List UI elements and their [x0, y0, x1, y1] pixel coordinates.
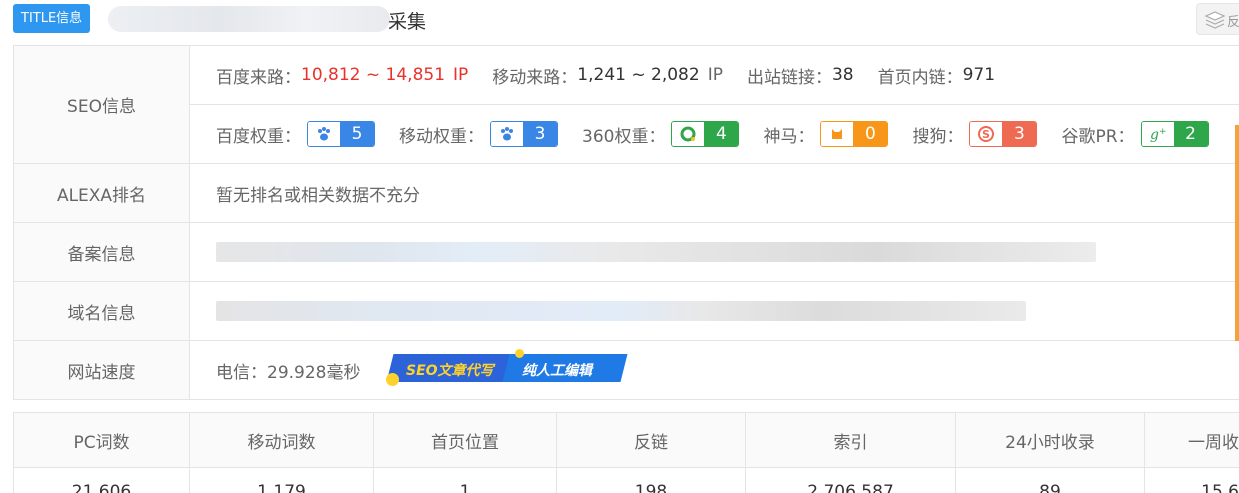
side-accent-bar: [1235, 125, 1239, 341]
seo-traffic-row: 百度来路： 10,812 ~ 14,851 IP 移动来路： 1,241 ~ 2…: [190, 46, 1239, 105]
stats-header-backlinks: 反链: [557, 413, 746, 467]
shenma-icon: [821, 122, 854, 146]
mobile-traffic-label: 移动来路：: [492, 67, 578, 88]
stats-value-index[interactable]: 2,706,587: [746, 468, 956, 493]
outbound-links-value[interactable]: 38: [832, 65, 854, 85]
baidu-weight-badge[interactable]: 5: [307, 121, 375, 147]
stats-header-week-indexed: 一周收: [1145, 413, 1239, 467]
speed-row: 电信：29.928毫秒: [190, 341, 1239, 400]
stats-header-homepage-position: 首页位置: [374, 413, 557, 467]
layers-icon: [1204, 11, 1226, 29]
baidu-weight-label: 百度权重：: [216, 126, 301, 147]
svg-text:g: g: [1150, 127, 1159, 143]
domain-row: [190, 282, 1239, 341]
shenma-weight-value: 0: [853, 122, 888, 146]
stats-value-pc-words[interactable]: 21,606: [14, 468, 190, 493]
speed-label: 网站速度: [14, 341, 190, 400]
sogou-icon: S: [970, 122, 1003, 146]
stats-header-pc-words: PC词数: [14, 413, 190, 467]
seo-weights-row: 百度权重： 5 移动权重： 3 360权重： 4 神马： 0 搜狗： S 3 谷…: [190, 105, 1239, 164]
stats-value-homepage-position[interactable]: 1: [374, 468, 557, 493]
stats-header-24h-indexed: 24小时收录: [956, 413, 1145, 467]
shenma-weight-label: 神马：: [763, 126, 815, 147]
domain-label: 域名信息: [14, 282, 190, 341]
360-icon: [672, 122, 705, 146]
sogou-weight-value: 3: [1002, 122, 1037, 146]
icp-row: [190, 223, 1239, 282]
domain-redacted: [216, 301, 1026, 321]
alexa-value: 暂无排名或相关数据不充分: [216, 185, 420, 206]
seo-label: SEO信息: [14, 46, 190, 164]
stats-header-index: 索引: [746, 413, 956, 467]
stats-header-mobile-words: 移动词数: [190, 413, 374, 467]
mobile-paw-icon: [491, 122, 523, 146]
title-badge: TITLE信息: [13, 4, 91, 33]
google-plus-icon: g +: [1141, 122, 1174, 146]
shenma-weight-badge[interactable]: 0: [820, 121, 889, 147]
seo-writing-ad-banner[interactable]: SEO文章代写 纯人工编辑: [384, 349, 628, 388]
mobile-weight-label: 移动权重：: [399, 126, 484, 147]
title-redacted: [108, 6, 390, 32]
sogou-weight-badge[interactable]: S 3: [969, 121, 1038, 147]
stats-value-week-indexed[interactable]: 15,6: [1145, 468, 1239, 493]
ad-left-text: SEO文章代写: [406, 363, 494, 379]
baidu-traffic-unit: IP: [453, 65, 469, 85]
stats-value-24h-indexed[interactable]: 89: [956, 468, 1145, 493]
icp-label: 备案信息: [14, 223, 190, 282]
sogou-weight-label: 搜狗：: [912, 126, 964, 147]
stats-value-mobile-words[interactable]: 1,179: [190, 468, 374, 493]
speed-value: 电信：29.928毫秒: [216, 363, 361, 383]
inbound-links-label: 首页内链：: [877, 67, 963, 88]
360-weight-badge[interactable]: 4: [671, 121, 740, 147]
baidu-weight-value: 5: [340, 122, 374, 146]
title-tool-label: 反: [1227, 15, 1239, 30]
360-weight-label: 360权重：: [582, 126, 666, 147]
baidu-traffic-value[interactable]: 10,812 ~ 14,851: [301, 65, 445, 85]
page-title: 采集: [388, 11, 427, 33]
baidu-traffic-label: 百度来路：: [216, 67, 301, 88]
stats-value-row: 21,606 1,179 1 198 2,706,587 89 15,6: [14, 468, 1239, 493]
icp-redacted: [216, 242, 1096, 262]
360-weight-value: 4: [704, 122, 739, 146]
stats-value-backlinks[interactable]: 198: [557, 468, 746, 493]
outbound-links-label: 出站链接：: [746, 67, 832, 88]
svg-text:+: +: [1159, 127, 1167, 137]
svg-text:S: S: [982, 128, 990, 141]
google-pr-badge[interactable]: g + 2: [1140, 121, 1209, 147]
stats-table: PC词数 移动词数 首页位置 反链 索引 24小时收录 一周收 21,606 1…: [13, 412, 1239, 493]
alexa-label: ALEXA排名: [14, 164, 190, 223]
mobile-traffic-unit: IP: [707, 65, 723, 85]
inbound-links-value[interactable]: 971: [963, 65, 995, 85]
mobile-traffic-value[interactable]: 1,241 ~ 2,082: [577, 65, 699, 85]
stats-header-row: PC词数 移动词数 首页位置 反链 索引 24小时收录 一周收: [14, 413, 1239, 468]
baidu-paw-icon: [308, 122, 340, 146]
alexa-row: 暂无排名或相关数据不充分: [190, 164, 1239, 223]
title-row: TITLE信息 采集 反: [0, 0, 1239, 38]
site-info-table: SEO信息 百度来路： 10,812 ~ 14,851 IP 移动来路： 1,2…: [13, 45, 1239, 400]
title-tool-button[interactable]: 反: [1196, 3, 1239, 35]
ad-right-text: 纯人工编辑: [522, 363, 592, 379]
google-pr-label: 谷歌PR：: [1061, 126, 1135, 147]
google-pr-value: 2: [1173, 122, 1208, 146]
mobile-weight-value: 3: [523, 122, 557, 146]
mobile-weight-badge[interactable]: 3: [490, 121, 558, 147]
